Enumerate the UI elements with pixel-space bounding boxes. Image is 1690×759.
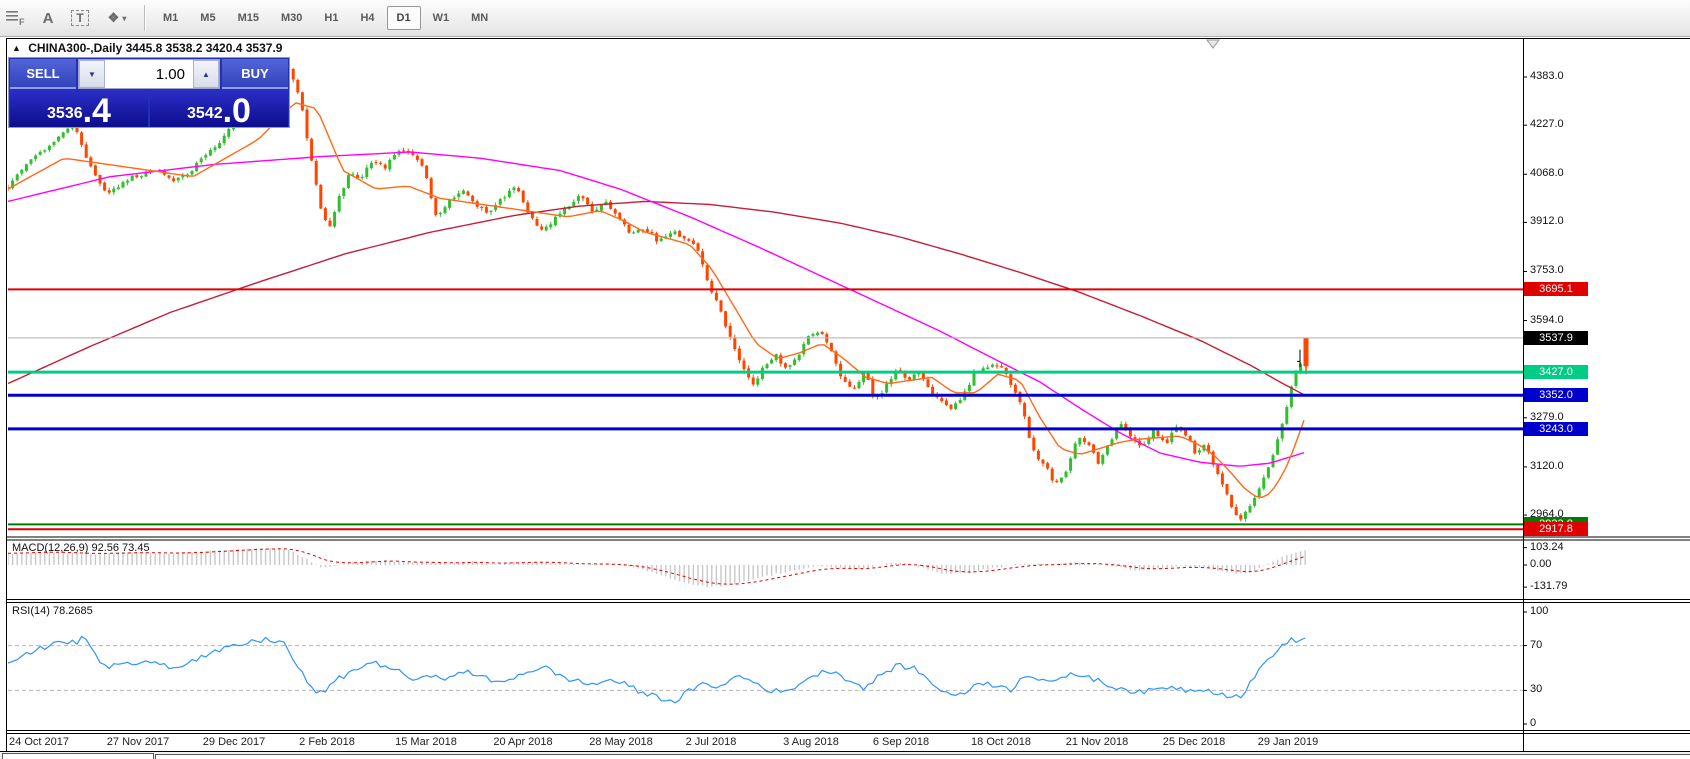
volume-stepper: ▼ 1.00 ▲ bbox=[78, 59, 220, 89]
scrollbar-track[interactable] bbox=[155, 754, 1690, 759]
scrollbar-thumb[interactable] bbox=[2, 753, 154, 759]
bottom-scroll-strip bbox=[0, 752, 1690, 759]
volume-increase-button[interactable]: ▲ bbox=[193, 60, 219, 88]
sell-price-fraction: .4 bbox=[83, 98, 111, 125]
chart-title: ▲ CHINA300-,Daily 3445.8 3538.2 3420.4 3… bbox=[12, 41, 282, 55]
buy-price-fraction: .0 bbox=[223, 98, 251, 125]
macd-panel[interactable] bbox=[8, 548, 1305, 587]
sell-price-display[interactable]: 3536 .4 bbox=[10, 90, 148, 127]
latest-candle bbox=[1304, 338, 1309, 374]
horizontal-level-lines[interactable] bbox=[8, 289, 1523, 529]
ma-slow-line bbox=[8, 202, 1304, 395]
candlestick-series bbox=[7, 64, 1303, 521]
macd-histogram bbox=[8, 548, 1305, 587]
one-click-trading-panel: SELL ▼ 1.00 ▲ BUY 3536 .4 3542 .0 bbox=[8, 57, 290, 128]
chart-title-text: CHINA300-,Daily 3445.8 3538.2 3420.4 353… bbox=[28, 41, 282, 55]
main-price-panel[interactable] bbox=[7, 64, 1524, 529]
ma-mid-line bbox=[8, 152, 1304, 466]
rsi-line bbox=[8, 636, 1305, 702]
mt4-window: F A T ❖ ▾ M1M5M15M30H1H4D1W1MN 4383.0422… bbox=[0, 0, 1690, 759]
rsi-panel[interactable] bbox=[8, 636, 1523, 702]
volume-input[interactable]: 1.00 bbox=[105, 60, 193, 88]
sell-price-main: 3536 bbox=[47, 106, 83, 125]
sell-button[interactable]: SELL bbox=[10, 59, 76, 89]
volume-decrease-button[interactable]: ▼ bbox=[79, 60, 105, 88]
chart-shift-marker-icon[interactable] bbox=[1207, 40, 1219, 48]
buy-price-display[interactable]: 3542 .0 bbox=[150, 90, 288, 127]
collapse-arrow-icon[interactable]: ▲ bbox=[12, 43, 21, 53]
buy-price-main: 3542 bbox=[187, 106, 223, 125]
buy-button[interactable]: BUY bbox=[222, 59, 288, 89]
